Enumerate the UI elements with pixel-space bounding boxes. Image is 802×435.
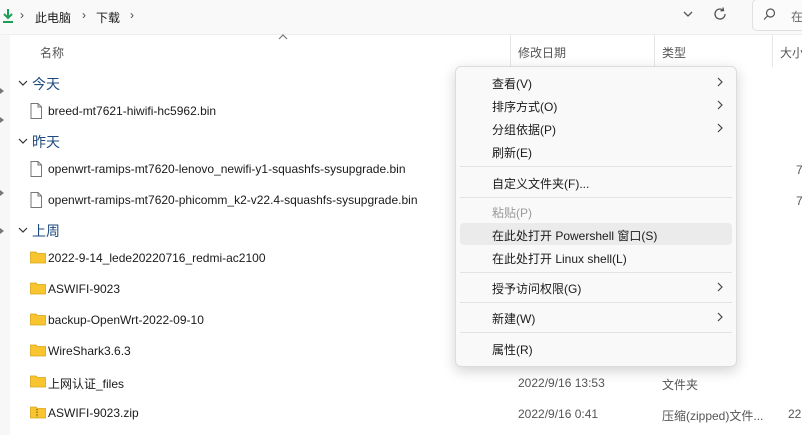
- search-box[interactable]: 在: [752, 0, 802, 31]
- chevron-right-icon: ›: [130, 8, 134, 22]
- chevron-down-icon[interactable]: [17, 77, 29, 89]
- folder-name: 上网认证_files: [48, 377, 125, 391]
- submenu-arrow-icon: [717, 123, 723, 133]
- chevron-down-icon[interactable]: [17, 224, 29, 236]
- menu-item-label: 属性(R): [492, 343, 533, 357]
- menu-item-label: 在此处打开 Linux shell(L): [492, 252, 627, 266]
- submenu-arrow-icon: [717, 282, 723, 292]
- submenu-arrow-icon: [717, 100, 723, 110]
- expand-arrow-icon[interactable]: [0, 117, 4, 123]
- file-size: 7: [796, 163, 802, 177]
- group-label: 今天: [32, 76, 60, 92]
- column-header: 名称 修改日期 类型 大小: [10, 34, 802, 67]
- menu-separator: [460, 302, 732, 303]
- expand-arrow-icon[interactable]: [0, 88, 4, 94]
- folder-name: WireShark3.6.3: [48, 344, 131, 358]
- menu-item-give-access[interactable]: 授予访问权限(G): [460, 276, 732, 298]
- menu-item-label: 在此处打开 Powershell 窗口(S): [492, 229, 658, 243]
- menu-separator: [460, 197, 732, 198]
- folder-name: backup-OpenWrt-2022-09-10: [48, 313, 204, 327]
- menu-item-paste: 粘贴(P): [460, 200, 732, 222]
- file-icon: [30, 192, 42, 208]
- expand-arrow-icon[interactable]: [0, 228, 4, 234]
- menu-item-label: 新建(W): [492, 312, 536, 326]
- file-row[interactable]: ASWIFI-9023.zip 2022/9/16 0:41 压缩(zipped…: [10, 402, 802, 426]
- file-name: ASWIFI-9023.zip: [48, 406, 139, 420]
- breadcrumb-this-pc[interactable]: 此电脑: [35, 9, 71, 26]
- folder-icon: [30, 282, 46, 295]
- modified-date: 2022/9/16 0:41: [518, 407, 599, 421]
- submenu-arrow-icon: [717, 312, 723, 322]
- chevron-down-icon[interactable]: [680, 6, 696, 22]
- folder-name: ASWIFI-9023: [48, 282, 121, 296]
- zip-folder-icon: [30, 406, 46, 419]
- file-name: openwrt-ramips-mt7620-lenovo_newifi-y1-s…: [48, 162, 406, 176]
- file-name: openwrt-ramips-mt7620-phicomm_k2-v22.4-s…: [48, 193, 418, 207]
- menu-item-label: 自定义文件夹(F)...: [492, 177, 590, 191]
- chevron-right-icon: ›: [82, 8, 86, 22]
- expand-arrow-icon[interactable]: [0, 190, 4, 196]
- breadcrumb-downloads[interactable]: 下载: [96, 9, 120, 26]
- chevron-right-icon: ›: [20, 8, 24, 22]
- folder-icon: [30, 251, 46, 264]
- menu-item-label: 排序方式(O): [492, 100, 558, 114]
- menu-item-open-linux-shell[interactable]: 在此处打开 Linux shell(L): [460, 246, 732, 268]
- file-icon: [30, 161, 42, 177]
- group-header-today[interactable]: 今天: [10, 73, 450, 95]
- group-header-last-week[interactable]: 上周: [10, 220, 450, 242]
- menu-separator: [460, 272, 732, 273]
- menu-separator: [460, 166, 732, 167]
- column-divider[interactable]: [772, 35, 773, 67]
- chevron-down-icon[interactable]: [17, 135, 29, 147]
- menu-item-properties[interactable]: 属性(R): [460, 337, 732, 359]
- address-bar: › 此电脑 › 下载 › 在: [0, 0, 802, 35]
- column-divider[interactable]: [510, 35, 511, 67]
- menu-item-label: 分组依据(P): [492, 123, 556, 137]
- folder-name: 2022-9-14_lede20220716_redmi-ac2100: [48, 251, 266, 265]
- column-size[interactable]: 大小: [780, 44, 802, 61]
- column-divider[interactable]: [654, 35, 655, 67]
- folder-row[interactable]: 上网认证_files 2022/9/16 13:53 文件夹: [10, 371, 802, 395]
- menu-item-label: 粘贴(P): [492, 206, 532, 220]
- navigation-pane-edge[interactable]: [0, 35, 10, 435]
- menu-item-open-powershell[interactable]: 在此处打开 Powershell 窗口(S): [460, 223, 732, 245]
- download-icon: [3, 9, 13, 23]
- group-label: 上周: [32, 223, 60, 239]
- group-label: 昨天: [32, 134, 60, 150]
- menu-item-view[interactable]: 查看(V): [460, 71, 732, 93]
- file-size: 7: [796, 194, 802, 208]
- menu-item-label: 查看(V): [492, 77, 532, 91]
- group-header-yesterday[interactable]: 昨天: [10, 131, 450, 153]
- menu-item-sort-by[interactable]: 排序方式(O): [460, 94, 732, 116]
- file-name: breed-mt7621-hiwifi-hc5962.bin: [48, 104, 217, 118]
- column-name[interactable]: 名称: [40, 44, 64, 61]
- menu-item-customize-folder[interactable]: 自定义文件夹(F)...: [460, 171, 732, 193]
- folder-icon: [30, 344, 46, 357]
- menu-item-label: 授予访问权限(G): [492, 282, 582, 296]
- folder-icon: [30, 313, 46, 326]
- menu-item-label: 刷新(E): [492, 146, 532, 160]
- file-type: 压缩(zipped)文件...: [662, 409, 764, 423]
- context-menu: 查看(V) 排序方式(O) 分组依据(P) 刷新(E) 自定义文件夹(F)...…: [455, 66, 737, 367]
- search-input[interactable]: 在: [791, 8, 802, 25]
- menu-item-refresh[interactable]: 刷新(E): [460, 140, 732, 162]
- menu-item-new[interactable]: 新建(W): [460, 306, 732, 328]
- sort-ascending-icon: [278, 34, 288, 40]
- menu-separator: [460, 332, 732, 333]
- modified-date: 2022/9/16 13:53: [518, 376, 605, 390]
- file-icon: [30, 103, 42, 119]
- menu-item-group-by[interactable]: 分组依据(P): [460, 117, 732, 139]
- column-type[interactable]: 类型: [662, 44, 686, 61]
- submenu-arrow-icon: [717, 77, 723, 87]
- refresh-icon[interactable]: [712, 6, 728, 22]
- file-size: 22: [788, 407, 802, 421]
- folder-icon: [30, 375, 46, 388]
- column-modified[interactable]: 修改日期: [518, 44, 566, 61]
- file-type: 文件夹: [662, 378, 699, 392]
- search-icon: [763, 8, 776, 20]
